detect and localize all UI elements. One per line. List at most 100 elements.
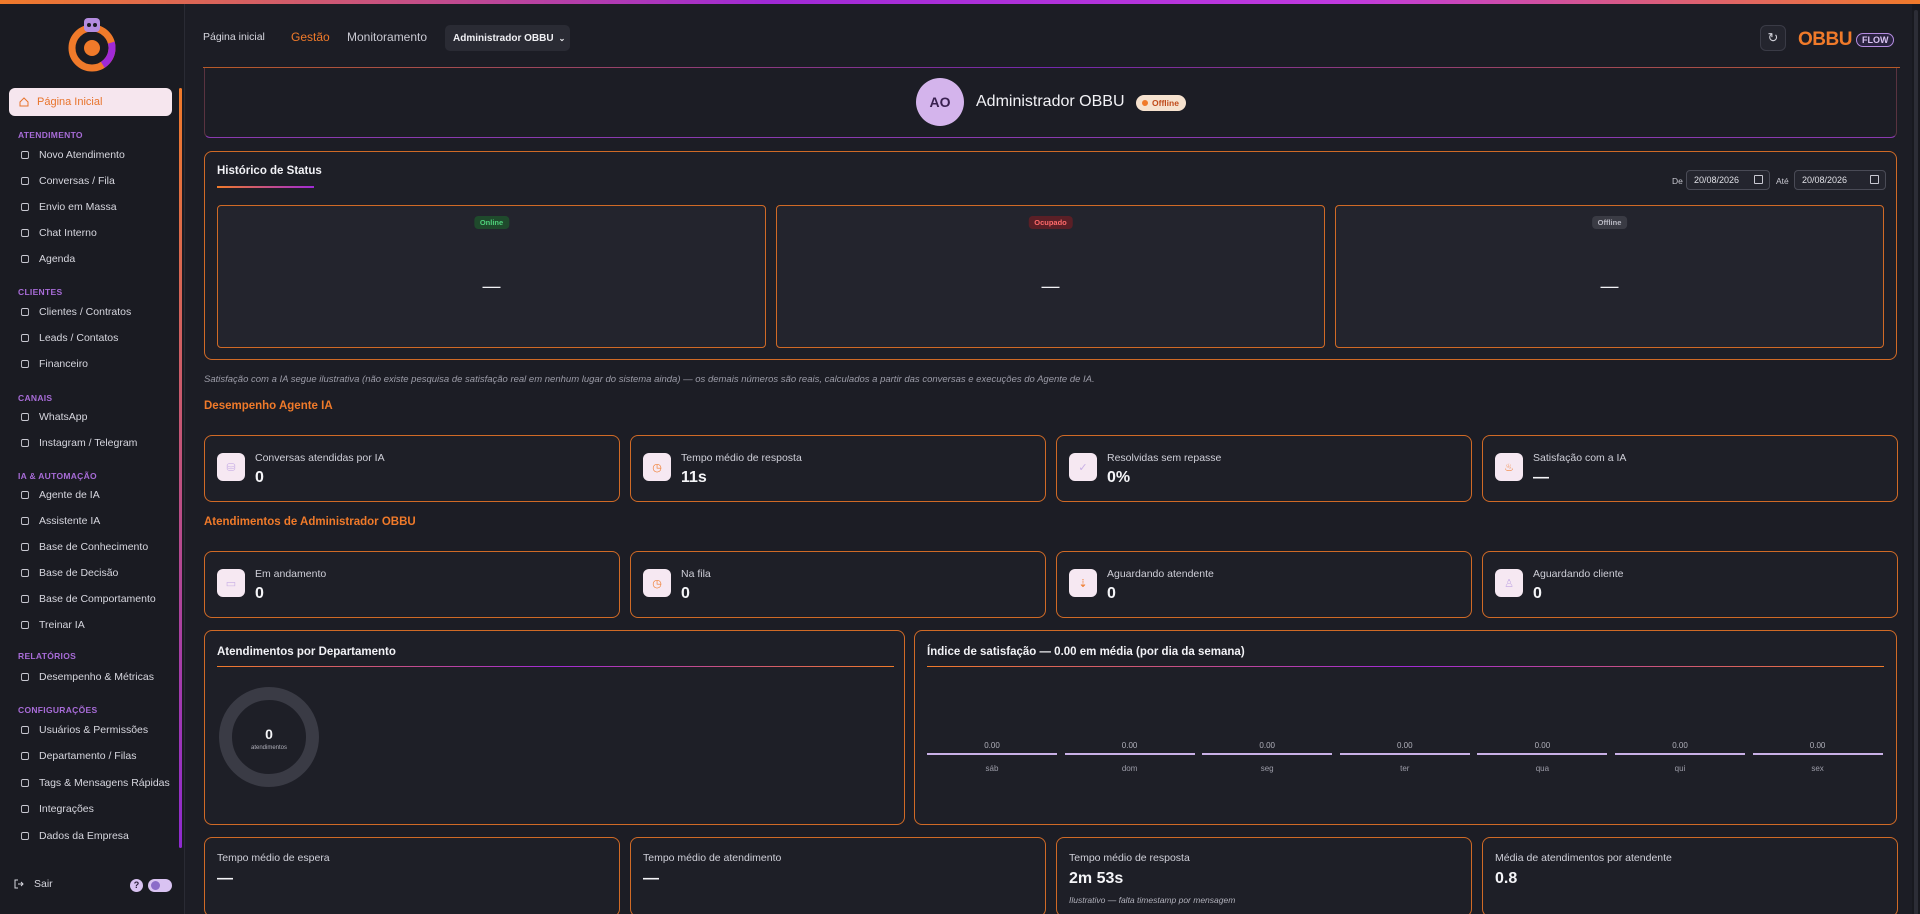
sidebar-item-treinar-ia[interactable]: Treinar IA [20,617,85,633]
document-icon [21,491,29,499]
nav-home[interactable]: Página Inicial [9,88,172,116]
sidebar-item-desempenho-m-tricas[interactable]: Desempenho & Métricas [20,669,154,685]
metric-label: Resolvidas sem repasse [1107,452,1222,464]
title-divider [927,666,1884,667]
sidebar-item-assistente-ia[interactable]: Assistente IA [20,513,100,529]
attendances-title: Atendimentos de Administrador OBBU [204,516,416,528]
book-icon [21,543,29,551]
date-from-input[interactable]: 20/08/2026 [1686,170,1770,190]
sidebar-item-agenda[interactable]: Agenda [20,251,75,267]
calendar-icon [1754,175,1763,184]
theme-toggle[interactable] [148,879,172,892]
header-home-link[interactable]: Página inicial [203,31,265,43]
metric-card: ◷ Tempo médio de resposta 11s [630,435,1046,502]
satisfaction-chart-card: Índice de satisfação — 0.00 em média (po… [914,630,1897,825]
sidebar-item-label: Conversas / Fila [39,175,115,187]
user-icon [21,595,29,603]
metric-value: 0% [1107,469,1131,486]
bar-baseline [1064,753,1195,755]
summary-card: Tempo médio de espera — [204,837,620,914]
user-select[interactable]: Administrador OBBU ⌄ [445,25,570,51]
status-duration-value: — [482,276,501,296]
status-box-ocupado: Ocupado — [776,205,1325,348]
sidebar-section-title: CLIENTES [18,287,63,297]
page-scrollbar[interactable] [1912,4,1920,914]
status-box-offline: Offline — [1335,205,1884,348]
sidebar-item-agente-de-ia[interactable]: Agente de IA [20,487,100,503]
donut-total-label: atendimentos [250,745,288,751]
date-to-input[interactable]: 20/08/2026 [1794,170,1886,190]
metric-label: Em andamento [255,568,327,580]
department-title: Atendimentos por Departamento [217,646,396,658]
sidebar-item-dados-da-empresa[interactable]: Dados da Empresa [20,828,129,844]
sidebar-item-leads-contatos[interactable]: Leads / Contatos [20,330,118,346]
sidebar-item-integra-es[interactable]: Integrações [20,801,94,817]
sidebar-section-title: IA & AUTOMAÇÃO [18,471,97,481]
date-to-label: Até [1776,176,1789,186]
sidebar-item-label: Desempenho & Métricas [39,671,154,683]
sidebar-item-novo-atendimento[interactable]: Novo Atendimento [20,147,125,163]
status-dot-icon [1142,100,1148,106]
profile-header: AO Administrador OBBU Offline [204,68,1897,138]
status-duration-value: — [1600,276,1619,296]
sidebar-item-chat-interno[interactable]: Chat Interno [20,225,97,241]
status-badge: Offline [1591,216,1628,229]
sidebar-item-label: Leads / Contatos [39,332,119,344]
sidebar-scrollbar[interactable] [179,88,182,848]
sidebar-item-base-de-conhecimento[interactable]: Base de Conhecimento [20,539,148,555]
brand-name: OBBU [1798,29,1852,50]
tab-gestao[interactable]: Gestão [291,30,330,44]
chart-bar: 0.00 ter [1339,741,1470,773]
sidebar-item-departamento-filas[interactable]: Departamento / Filas [20,748,136,764]
sidebar-item-base-de-comportamento[interactable]: Base de Comportamento [20,591,156,607]
bar-baseline [1339,753,1470,755]
bar-value-label: 0.00 [984,741,1000,750]
help-button[interactable]: ? [130,879,143,892]
sidebar-item-label: Base de Conhecimento [39,541,149,553]
summary-value: — [643,870,659,887]
sidebar-item-label: Dados da Empresa [39,830,129,842]
sidebar-item-label: Instagram / Telegram [39,437,138,449]
sidebar-section-title: RELATÓRIOS [18,651,77,661]
logout-button[interactable]: Sair [14,878,53,890]
metric-card: ✓ Resolvidas sem repasse 0% [1056,435,1472,502]
chart-bar: 0.00 seg [1202,741,1333,773]
summary-label: Tempo médio de atendimento [643,852,782,864]
sidebar-item-financeiro[interactable]: Financeiro [20,356,88,372]
sidebar-item-label: Agente de IA [39,489,100,501]
sidebar-item-label: Usuários & Permissões [39,724,149,736]
sidebar-item-tags-mensagens-r-pidas[interactable]: Tags & Mensagens Rápidas [20,775,170,791]
date-from-label: De [1672,176,1683,186]
bar-value-label: 0.00 [1809,741,1826,750]
chat-icon [21,517,29,525]
metric-value: 0 [681,585,690,602]
document-icon [21,621,29,629]
bar-baseline [1752,753,1883,755]
avatar: AO [916,78,964,126]
sidebar-item-envio-em-massa[interactable]: Envio em Massa [20,199,117,215]
sidebar-item-label: Chat Interno [39,227,97,239]
sidebar-item-label: Departamento / Filas [39,750,137,762]
app-logo[interactable] [66,14,118,72]
summary-label: Tempo médio de espera [217,852,330,864]
summary-value: — [217,870,233,887]
sidebar-item-base-de-decis-o[interactable]: Base de Decisão [20,565,118,581]
sidebar-item-label: Integrações [39,803,94,815]
tab-monitoramento[interactable]: Monitoramento [347,30,427,44]
metric-label: Tempo médio de resposta [681,452,802,464]
x-tick-label: qua [1535,764,1550,773]
refresh-button[interactable]: ↻ [1760,25,1786,51]
bar-value-label: 0.00 [1534,741,1551,750]
sidebar-item-label: Assistente IA [39,515,101,527]
sidebar: Página Inicial ATENDIMENTO Novo Atendimen… [0,4,185,914]
sidebar-item-usu-rios-permiss-es[interactable]: Usuários & Permissões [20,722,148,738]
tag-icon [21,779,29,787]
sidebar-item-whatsapp[interactable]: WhatsApp [20,409,87,425]
sidebar-item-conversas-fila[interactable]: Conversas / Fila [20,173,115,189]
status-box-online: Online — [217,205,766,348]
sidebar-item-clientes-contratos[interactable]: Clientes / Contratos [20,304,131,320]
sidebar-item-instagram-telegram[interactable]: Instagram / Telegram [20,435,137,451]
bar-baseline [1615,753,1745,755]
metric-card: ♙ Aguardando cliente 0 [1482,551,1898,618]
sidebar-item-label: Novo Atendimento [39,149,125,161]
